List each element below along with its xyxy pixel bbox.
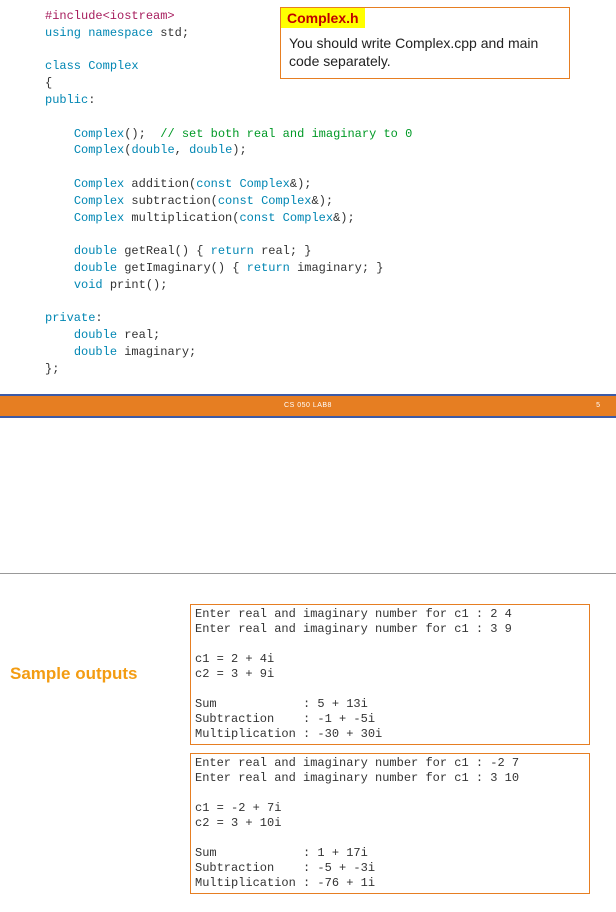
code-token: Complex xyxy=(74,143,124,157)
code-token: return xyxy=(247,261,290,275)
code-token: }; xyxy=(45,362,59,376)
code-token: ; xyxy=(182,26,189,40)
code-token: : xyxy=(95,311,102,325)
code-token: private xyxy=(45,311,95,325)
footer-bar-text: CS 050 LAB8 xyxy=(284,402,332,409)
code-token: const xyxy=(196,177,232,191)
code-token: // set both real and imaginary to 0 xyxy=(146,127,412,141)
footer-bar-page: 5 xyxy=(596,402,600,409)
callout-body: You should write Complex.cpp and main co… xyxy=(281,28,569,78)
code-token: public xyxy=(45,93,88,107)
code-token: Complex xyxy=(88,59,138,73)
code-token: const xyxy=(239,211,275,225)
code-token: ); xyxy=(232,143,246,157)
code-token: (); xyxy=(124,127,146,141)
output-box-1: Enter real and imaginary number for c1 :… xyxy=(190,604,590,745)
code-token: Complex xyxy=(74,127,124,141)
code-token: multiplication( xyxy=(124,211,239,225)
code-token: Complex xyxy=(74,194,124,208)
callout-box: Complex.h You should write Complex.cpp a… xyxy=(280,7,570,79)
code-token: &); xyxy=(333,211,355,225)
footer-bar: CS 050 LAB8 5 xyxy=(0,394,616,418)
code-token: : xyxy=(88,93,95,107)
code-token: &); xyxy=(290,177,312,191)
code-token: std xyxy=(160,26,182,40)
code-token: double xyxy=(74,244,117,258)
code-token: double xyxy=(74,328,117,342)
code-token: double xyxy=(189,143,232,157)
code-token: return xyxy=(211,244,254,258)
sample-outputs-label: Sample outputs xyxy=(10,664,138,684)
code-token: using xyxy=(45,26,81,40)
code-token: addition( xyxy=(124,177,196,191)
code-token: Complex xyxy=(261,194,311,208)
output-box-2: Enter real and imaginary number for c1 :… xyxy=(190,753,590,894)
code-token: getImaginary() { xyxy=(117,261,247,275)
code-token: namespace xyxy=(88,26,153,40)
code-token: #include xyxy=(45,9,103,23)
code-token: real; } xyxy=(254,244,312,258)
code-token: <iostream> xyxy=(103,9,175,23)
code-token: Complex xyxy=(239,177,289,191)
code-token: imaginary; } xyxy=(290,261,384,275)
code-token: class xyxy=(45,59,81,73)
code-token: Complex xyxy=(74,211,124,225)
code-token: { xyxy=(45,76,52,90)
code-token: getReal() { xyxy=(117,244,211,258)
code-token: void xyxy=(74,278,103,292)
code-token: Complex xyxy=(74,177,124,191)
code-token: double xyxy=(131,143,174,157)
code-token: imaginary; xyxy=(117,345,196,359)
code-token: print(); xyxy=(103,278,168,292)
code-token: subtraction( xyxy=(124,194,218,208)
code-token: , xyxy=(175,143,182,157)
code-token: real; xyxy=(117,328,160,342)
code-token: &); xyxy=(312,194,334,208)
code-token: const xyxy=(218,194,254,208)
code-token: double xyxy=(74,261,117,275)
callout-title: Complex.h xyxy=(281,8,365,28)
sample-outputs-section: Sample outputs Enter real and imaginary … xyxy=(0,574,616,912)
code-token: Complex xyxy=(283,211,333,225)
spacer xyxy=(0,418,616,573)
code-token: double xyxy=(74,345,117,359)
